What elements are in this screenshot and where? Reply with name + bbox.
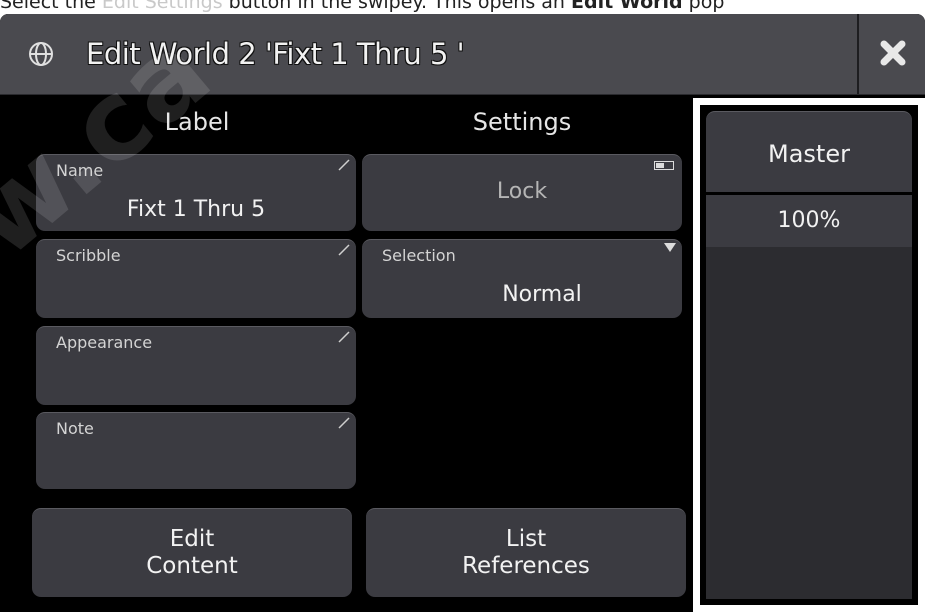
edit-corner-icon [338, 417, 350, 429]
close-icon [880, 40, 906, 66]
scribble-field[interactable]: Scribble [36, 239, 356, 318]
name-field-label: Name [56, 161, 104, 180]
master-highlight-frame: Master 100% [693, 98, 925, 612]
edit-content-line2: Content [146, 553, 238, 579]
caption-text-mid: button in the swipey. This opens an [222, 0, 571, 13]
toggle-off-icon [654, 161, 674, 170]
edit-corner-icon [338, 331, 350, 343]
edit-corner-icon [338, 244, 350, 256]
lock-label: Lock [496, 179, 548, 204]
note-field[interactable]: Note [36, 412, 356, 489]
master-value: 100% [706, 195, 912, 247]
dropdown-arrow-icon [664, 243, 676, 252]
instruction-caption: Select the Edit Settings button in the s… [0, 0, 925, 14]
title-bar: Edit World 2 'Fixt 1 Thru 5 ' [0, 14, 925, 95]
label-column-header: Label [164, 108, 230, 136]
appearance-field-label: Appearance [56, 333, 153, 352]
edit-corner-icon [338, 159, 350, 171]
caption-text-end: pop [682, 0, 725, 13]
popup-title: Edit World 2 'Fixt 1 Thru 5 ' [86, 37, 465, 71]
selection-dropdown[interactable]: Selection Normal [362, 239, 682, 318]
list-references-button[interactable]: List References [366, 508, 686, 597]
master-button[interactable]: Master [706, 111, 912, 192]
selection-value: Normal [502, 282, 582, 307]
settings-column-header: Settings [472, 108, 572, 136]
caption-bold: Edit World [571, 0, 683, 13]
list-references-line1: List [505, 526, 547, 552]
caption-highlight: Edit Settings [101, 0, 223, 13]
edit-content-button[interactable]: Edit Content [32, 508, 352, 597]
caption-text: Select the [0, 0, 102, 13]
master-panel: Master 100% [700, 105, 918, 605]
list-references-line2: References [462, 553, 590, 579]
selection-label: Selection [382, 246, 456, 265]
lock-toggle[interactable]: Lock [362, 154, 682, 231]
appearance-field[interactable]: Appearance [36, 326, 356, 405]
note-field-label: Note [56, 419, 94, 438]
edit-content-line1: Edit [169, 526, 215, 552]
name-field-value: Fixt 1 Thru 5 [126, 197, 266, 222]
edit-world-popup: Edit World 2 'Fixt 1 Thru 5 ' Label Sett… [0, 14, 925, 612]
name-field[interactable]: Name Fixt 1 Thru 5 [36, 154, 356, 231]
master-fader[interactable]: 100% [706, 195, 912, 599]
globe-icon [29, 42, 53, 66]
scribble-field-label: Scribble [56, 246, 121, 265]
close-button[interactable] [859, 14, 925, 94]
